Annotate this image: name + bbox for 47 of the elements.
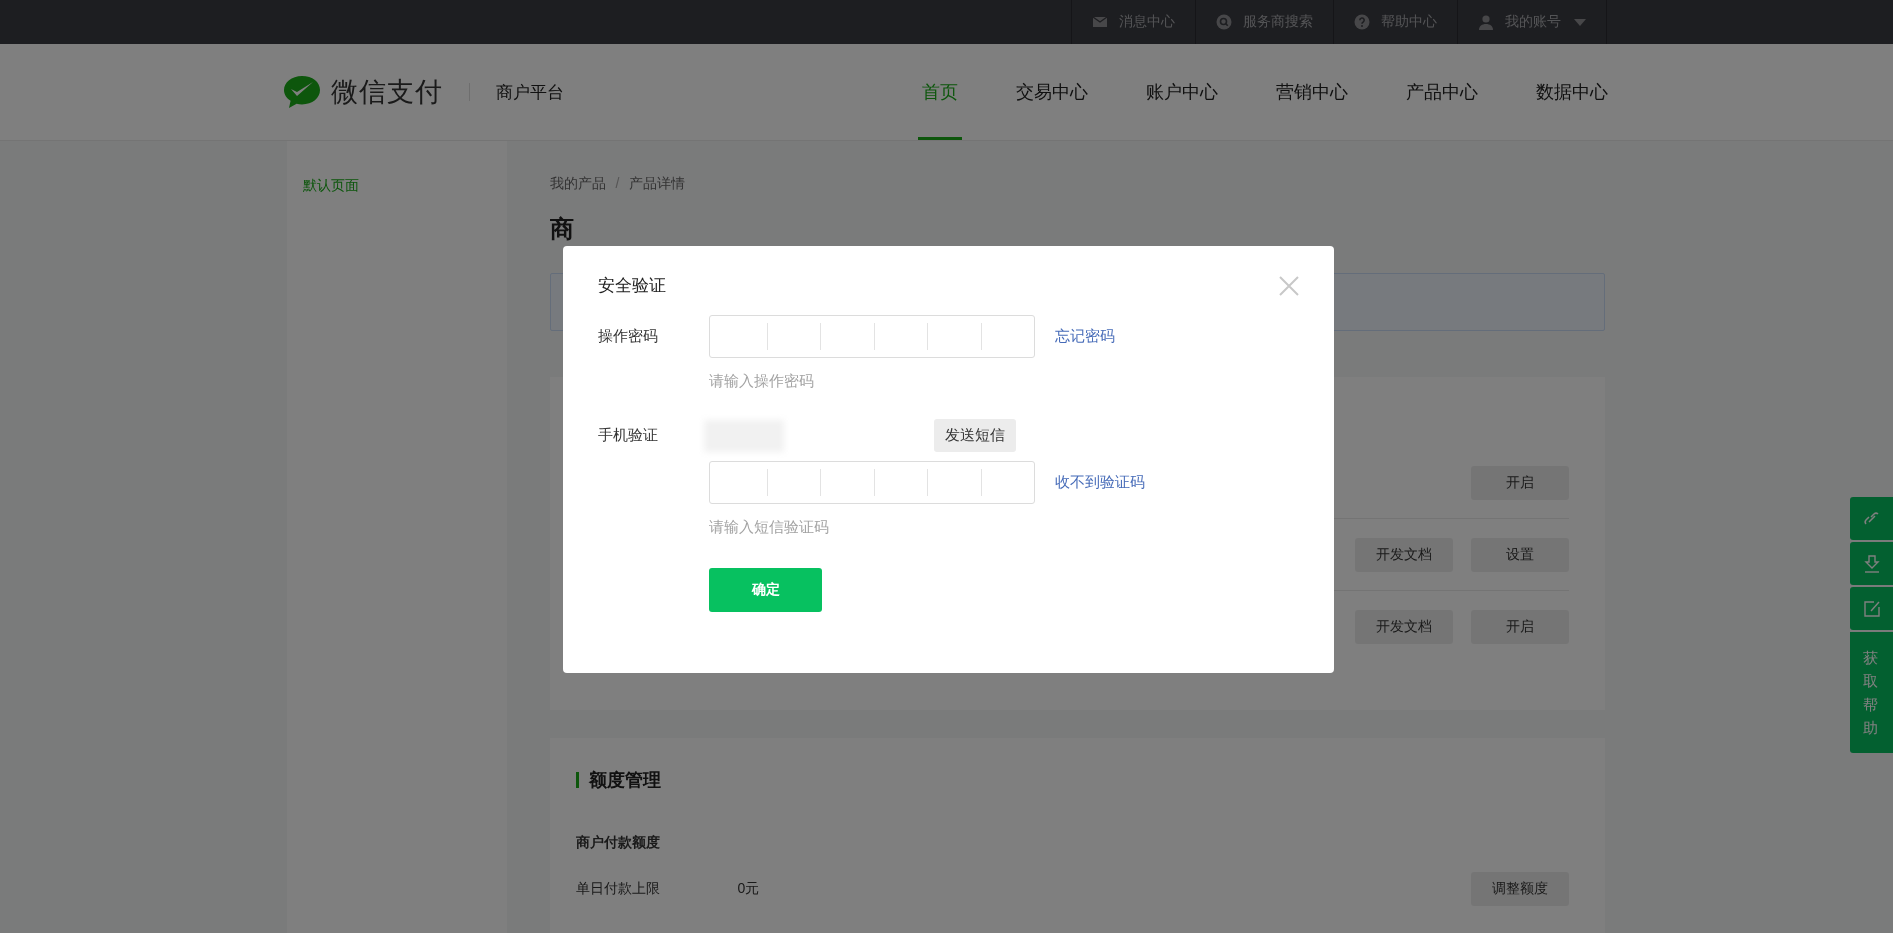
mail-icon: [1091, 14, 1108, 30]
platform-name: 商户平台: [495, 81, 564, 104]
nav-tab[interactable]: 账户中心: [1141, 44, 1222, 140]
nav-tab[interactable]: 首页: [917, 44, 962, 140]
field-label: 操作密码: [598, 327, 659, 346]
text-link[interactable]: 忘记密码: [1055, 327, 1115, 346]
field-label: 单日付款上限: [575, 880, 661, 898]
close-icon: [1279, 275, 1299, 296]
subsection-title: 商户付款额度: [575, 834, 661, 852]
brand-name: 微信支付: [330, 76, 443, 109]
breadcrumb-link[interactable]: 产品详情: [629, 175, 686, 193]
close-button[interactable]: [1279, 275, 1299, 296]
title-accent-bar: [575, 772, 579, 788]
dialog-title: 安全验证: [598, 275, 666, 297]
help-button[interactable]: 获取帮助: [1850, 632, 1893, 753]
help-icon: [1353, 14, 1370, 30]
breadcrumb-link[interactable]: 我的产品: [549, 175, 606, 193]
breadcrumb-separator: /: [615, 175, 620, 193]
page-title: 商: [549, 215, 575, 243]
code-input-field[interactable]: [709, 315, 1035, 358]
side-tool-button[interactable]: [1850, 542, 1893, 585]
side-tool-button[interactable]: [1850, 497, 1893, 540]
field-value: 0元: [737, 880, 760, 898]
section-title: 额度管理: [588, 769, 661, 792]
nav-tab[interactable]: 数据中心: [1531, 44, 1612, 140]
confirm-button[interactable]: 确定: [709, 568, 822, 612]
action-button[interactable]: 设置: [1470, 537, 1569, 572]
code-input-field[interactable]: [709, 461, 1035, 504]
chat-bubble-check-icon: [281, 74, 322, 110]
nav-tab[interactable]: 产品中心: [1401, 44, 1482, 140]
action-button[interactable]: 开发文档: [1354, 609, 1453, 644]
hint-text: 请输入操作密码: [709, 372, 814, 391]
action-button[interactable]: 开启: [1470, 465, 1569, 500]
nav-tab[interactable]: 交易中心: [1011, 44, 1092, 140]
text-link[interactable]: 收不到验证码: [1055, 473, 1145, 492]
search-icon: [1215, 14, 1232, 30]
user-icon: [1477, 14, 1494, 30]
hint-text: 请输入短信验证码: [709, 518, 829, 537]
nav-tab[interactable]: 营销中心: [1271, 44, 1352, 140]
field-label: 手机验证: [598, 426, 659, 445]
sidebar-item[interactable]: 默认页面: [286, 177, 507, 195]
adjust-button[interactable]: 调整额度: [1470, 872, 1569, 906]
action-button[interactable]: 开启: [1470, 609, 1569, 644]
edit-icon: [1861, 598, 1882, 619]
action-button[interactable]: 开发文档: [1354, 537, 1453, 572]
send-sms-button[interactable]: 发送短信: [934, 419, 1016, 452]
side-tool-button[interactable]: [1850, 587, 1893, 630]
